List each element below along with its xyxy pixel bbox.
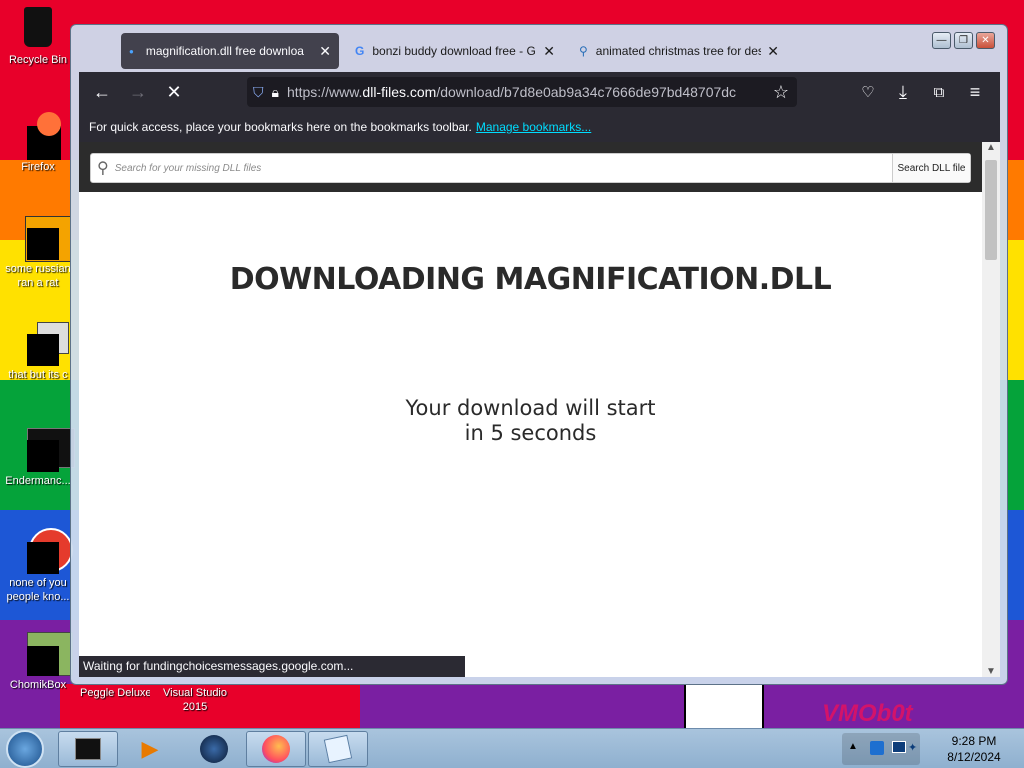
close-tab-icon[interactable]: ✕ — [543, 43, 555, 60]
desktop-icon-chomikbox[interactable]: ChomikBox — [3, 630, 73, 692]
desktop-icon-visual-studio[interactable]: Visual Studio 2015 — [160, 684, 230, 714]
tab-title: bonzi buddy download free - G — [372, 44, 536, 58]
bookmarks-toolbar: For quick access, place your bookmarks h… — [79, 112, 1000, 142]
desktop-icon-label: Visual Studio — [162, 687, 227, 699]
desktop-icon-that-but-its[interactable]: that but its c — [3, 320, 73, 382]
tray-network-icon[interactable]: ✦ — [908, 741, 917, 754]
desktop-icon-recycle-bin[interactable]: Recycle Bin — [3, 5, 73, 67]
page-title: DOWNLOADING MAGNIFICATION.DLL — [229, 262, 832, 297]
close-window-button[interactable]: ✕ — [976, 32, 995, 49]
start-button[interactable] — [6, 730, 44, 768]
show-hidden-icons-icon[interactable]: ▲ — [848, 741, 858, 752]
tab-strip: ● magnification.dll free downloa ✕ G bon… — [121, 33, 917, 69]
firefox-icon — [15, 112, 61, 160]
taskbar-terminal[interactable] — [58, 731, 118, 767]
back-button[interactable]: ← — [84, 82, 120, 103]
menu-icon[interactable]: ≡ — [957, 82, 993, 103]
close-tab-icon[interactable]: ✕ — [767, 43, 779, 60]
desktop-icon-label: Peggle Deluxe — [80, 687, 150, 699]
system-tray: ▲ ✦ — [842, 733, 920, 765]
stop-loading-button[interactable]: ✕ — [156, 82, 192, 103]
manage-bookmarks-link[interactable]: Manage bookmarks... — [476, 120, 591, 134]
lock-icon: 🔒︎ — [271, 83, 279, 100]
program-icon — [15, 214, 71, 262]
desktop-icon-label: some russian — [5, 263, 71, 275]
desktop-icon-endermanch[interactable]: Endermanc... — [3, 426, 75, 488]
url-prefix: https://www. — [286, 84, 363, 100]
desktop-icon-label: Endermanc... — [5, 475, 71, 487]
maximize-button[interactable]: ❐ — [954, 32, 973, 49]
minimize-button[interactable]: — — [932, 32, 951, 49]
taskbar-media-player[interactable]: ▶ — [120, 731, 180, 767]
desktop-icon-label: Recycle Bin — [8, 54, 68, 66]
terminal-icon — [15, 426, 75, 472]
media-player-icon: ▶ — [141, 736, 159, 761]
desktop-icon-firefox[interactable]: Firefox — [3, 112, 73, 174]
download-message-line1: Your download will start — [405, 396, 656, 420]
forward-button[interactable]: → — [120, 82, 156, 103]
downloads-icon[interactable]: ⤓ — [885, 82, 921, 103]
status-bar: Waiting for fundingchoicesmessages.googl… — [79, 656, 465, 677]
site-header: ⚲ Search for your missing DLL files Sear… — [79, 142, 982, 192]
url-path: /download/b7d8e0ab9a34c7666de97bd48707dc — [436, 84, 737, 100]
desktop-icon-peggle-deluxe[interactable]: Peggle Deluxe — [80, 684, 150, 700]
tab-magnification[interactable]: ● magnification.dll free downloa ✕ — [121, 33, 339, 69]
browser-window: ● magnification.dll free downloa ✕ G bon… — [70, 24, 1008, 685]
terminal-icon — [75, 738, 101, 760]
taskbar-browser-globe[interactable] — [184, 731, 244, 767]
search-icon: ⚲ — [97, 160, 109, 177]
tab-christmas-tree[interactable]: ⚲ animated christmas tree for des ✕ — [571, 33, 787, 69]
page-content: ⚲ Search for your missing DLL files Sear… — [79, 142, 982, 677]
browser-globe-icon — [200, 735, 228, 763]
shield-icon: ⛉ — [253, 83, 264, 100]
bookmarks-hint: For quick access, place your bookmarks h… — [89, 120, 472, 134]
clock-date: 8/12/2024 — [947, 750, 1001, 764]
bookmark-star-icon[interactable]: ☆ — [763, 82, 799, 103]
desktop-icon-label-line2: people kno... — [6, 591, 70, 603]
scrollbar[interactable]: ▲ ▼ — [982, 142, 1000, 677]
url-bar[interactable]: ⛉ 🔒︎ https://www. dll-files.com/download/… — [247, 77, 797, 107]
program-icon — [15, 528, 73, 574]
tray-monitor-icon[interactable] — [892, 741, 906, 753]
taskbar-notepad[interactable] — [308, 731, 368, 767]
site-favicon-icon: ● — [129, 46, 134, 56]
dll-search-input[interactable]: Search for your missing DLL files — [115, 163, 262, 174]
clock-time: 9:28 PM — [951, 734, 997, 748]
copy-icon — [15, 320, 69, 366]
desktop-icon-label: none of you — [9, 577, 67, 589]
chomikbox-icon — [15, 630, 73, 676]
desktop-icon-none-of-you[interactable]: none of you people kno... — [3, 528, 73, 604]
taskbar-firefox[interactable] — [246, 731, 306, 767]
google-icon: G — [355, 44, 365, 58]
desktop-icon-label: ChomikBox — [9, 679, 67, 691]
download-message-line2: in 5 seconds — [464, 421, 597, 445]
extensions-icon[interactable]: ⧉ — [921, 84, 957, 101]
tab-title: magnification.dll free downloa — [145, 44, 304, 58]
notepad-icon — [323, 734, 353, 764]
dll-search-box: ⚲ Search for your missing DLL files Sear… — [90, 153, 971, 183]
desktop-icon-label-line2: 2015 — [182, 701, 208, 713]
desktop-icon-some-russian[interactable]: some russian ran a rat — [3, 214, 73, 290]
desktop-icon-label-line2: ran a rat — [17, 277, 59, 289]
tab-title: animated christmas tree for des — [595, 44, 762, 58]
taskbar: ▶ ▲ ✦ 9:28 PM 8/12/2024 — [0, 728, 1024, 768]
navigation-toolbar: ← → ✕ ⛉ 🔒︎ https://www. dll-files.com/dow… — [79, 72, 1000, 112]
desktop-icon-label: that but its c — [8, 369, 68, 381]
pocket-icon[interactable]: ♡ — [850, 83, 886, 101]
close-tab-icon[interactable]: ✕ — [319, 43, 331, 60]
wallpaper-text: VMOb0t — [822, 700, 913, 727]
scroll-up-icon[interactable]: ▲ — [982, 142, 1000, 153]
tab-bonzi-buddy[interactable]: G bonzi buddy download free - G ✕ — [347, 33, 563, 69]
scroll-down-icon[interactable]: ▼ — [982, 666, 1000, 677]
tray-app-icon[interactable] — [870, 741, 884, 755]
url-domain: dll-files.com — [362, 84, 437, 100]
search-dll-button[interactable]: Search DLL file — [892, 154, 970, 182]
scrollbar-thumb[interactable] — [985, 160, 997, 260]
clock[interactable]: 9:28 PM 8/12/2024 — [934, 733, 1014, 765]
search-icon: ⚲ — [579, 44, 588, 58]
firefox-icon — [262, 735, 290, 763]
recycle-bin-icon — [15, 5, 61, 51]
desktop-icon-label: Firefox — [21, 161, 55, 173]
